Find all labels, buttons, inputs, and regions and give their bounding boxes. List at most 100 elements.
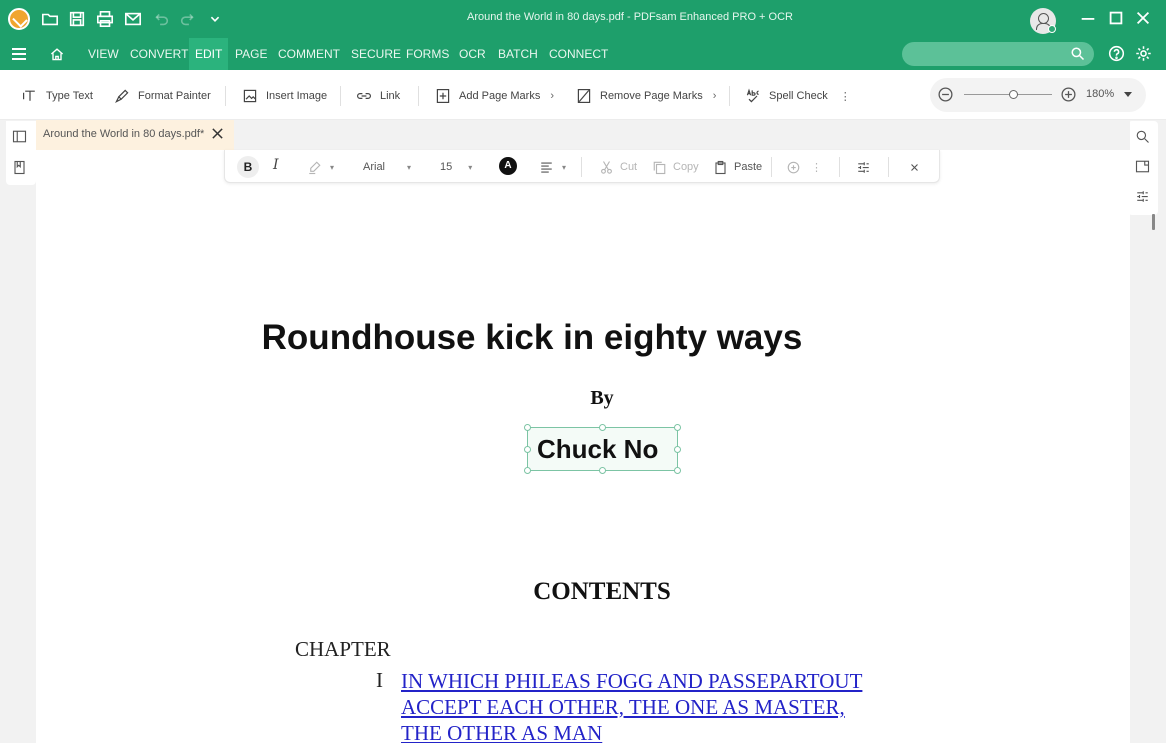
vertical-scrollbar[interactable]	[1152, 214, 1155, 230]
zoom-slider-handle[interactable]	[1009, 90, 1018, 99]
hamburger-menu-icon[interactable]	[12, 48, 26, 60]
add-circle-icon	[786, 160, 801, 175]
settings-gear-icon[interactable]	[1135, 45, 1153, 63]
help-icon[interactable]	[1108, 45, 1126, 63]
format-painter-label: Format Painter	[138, 90, 211, 102]
type-text-icon	[22, 88, 38, 104]
menu-batch[interactable]: BATCH	[492, 38, 544, 70]
font-family-select[interactable]: Arial ▾	[363, 158, 411, 176]
text-format-toolbar: B I ▾ Arial ▾ 15 ▾ A ▾ Cut Copy Paste ⋮	[224, 150, 940, 183]
zoom-dropdown-icon[interactable]	[1124, 92, 1132, 97]
bookmark-icon[interactable]	[12, 160, 30, 178]
zoom-slider[interactable]	[964, 94, 1052, 95]
bold-button[interactable]: B	[237, 156, 259, 178]
menu-connect[interactable]: CONNECT	[543, 38, 614, 70]
resize-handle[interactable]	[674, 424, 681, 431]
align-button[interactable]: ▾	[539, 158, 566, 176]
toolbar-divider	[888, 157, 889, 177]
menu-view[interactable]: VIEW	[82, 38, 125, 70]
resize-handle[interactable]	[524, 467, 531, 474]
author-name[interactable]: Chuck No	[537, 434, 658, 465]
copy-button[interactable]: Copy	[652, 158, 699, 176]
spell-check-button[interactable]: Spell Check ⋮	[745, 87, 851, 105]
paste-label: Paste	[734, 161, 762, 173]
menu-page[interactable]: PAGE	[229, 38, 273, 70]
resize-handle[interactable]	[674, 446, 681, 453]
panel-toggle-icon[interactable]	[12, 129, 30, 147]
link-button[interactable]: Link	[356, 87, 400, 105]
insert-field-button[interactable]: ⋮	[786, 158, 822, 176]
italic-button[interactable]: I	[273, 157, 279, 173]
user-avatar[interactable]	[1030, 8, 1056, 34]
chapter-link-line[interactable]: ACCEPT EACH OTHER, THE ONE AS MASTER,	[401, 694, 921, 720]
menu-convert[interactable]: CONVERT	[124, 38, 194, 70]
chevron-right-icon[interactable]: ›	[550, 90, 554, 102]
clipboard-icon	[713, 160, 728, 175]
align-left-icon	[539, 160, 554, 175]
chapter-link-line[interactable]: IN WHICH PHILEAS FOGG AND PASSEPARTOUT	[401, 668, 921, 694]
resize-handle[interactable]	[674, 467, 681, 474]
chapter-number[interactable]: I	[376, 668, 383, 693]
zoom-in-icon[interactable]	[1060, 86, 1078, 104]
minimize-icon[interactable]	[1079, 9, 1099, 29]
chevron-down-icon: ▾	[407, 163, 411, 172]
adjustments-icon[interactable]	[1135, 189, 1153, 207]
search-input[interactable]	[914, 45, 1064, 63]
more-options-icon[interactable]: ⋮	[811, 161, 822, 174]
resize-handle[interactable]	[599, 424, 606, 431]
menu-secure[interactable]: SECURE	[345, 38, 407, 70]
document-tab[interactable]: Around the World in 80 days.pdf*	[36, 120, 234, 150]
menu-edit[interactable]: EDIT	[189, 38, 228, 70]
search-icon[interactable]	[1135, 129, 1153, 147]
selected-text-box[interactable]: Chuck No	[527, 427, 678, 471]
font-size-select[interactable]: 15 ▾	[440, 158, 472, 176]
type-text-button[interactable]: Type Text	[22, 87, 93, 105]
document-title[interactable]: Roundhouse kick in eighty ways	[0, 318, 1064, 358]
more-options-icon[interactable]: ⋮	[840, 90, 851, 103]
insert-image-button[interactable]: Insert Image	[242, 87, 327, 105]
cut-button[interactable]: Cut	[599, 158, 637, 176]
remove-page-marks-icon	[576, 88, 592, 104]
toolbar-divider	[581, 157, 582, 177]
format-painter-button[interactable]: Format Painter	[114, 87, 211, 105]
close-toolbar-button[interactable]	[907, 158, 922, 176]
search-icon[interactable]	[1070, 46, 1086, 62]
chevron-down-icon: ▾	[468, 163, 472, 172]
ribbon-divider	[729, 86, 730, 106]
close-icon[interactable]	[1134, 9, 1154, 29]
type-text-label: Type Text	[46, 90, 93, 102]
chevron-right-icon[interactable]: ›	[713, 90, 717, 102]
maximize-icon[interactable]	[1107, 9, 1127, 29]
toolbar-divider	[771, 157, 772, 177]
ribbon-divider	[225, 86, 226, 106]
chapter-link[interactable]: IN WHICH PHILEAS FOGG AND PASSEPARTOUT A…	[401, 668, 921, 743]
add-page-marks-button[interactable]: Add Page Marks ›	[435, 87, 554, 105]
image-icon	[242, 88, 258, 104]
text-color-button[interactable]: A	[499, 157, 517, 175]
remove-page-marks-button[interactable]: Remove Page Marks ›	[576, 87, 716, 105]
menu-forms[interactable]: FORMS	[400, 38, 455, 70]
search-box	[902, 42, 1094, 66]
menu-ocr[interactable]: OCR	[453, 38, 492, 70]
font-size-value: 15	[440, 161, 452, 173]
properties-panel-icon[interactable]	[1135, 159, 1153, 177]
chapter-label[interactable]: CHAPTER	[295, 637, 391, 662]
link-icon	[356, 88, 372, 104]
resize-handle[interactable]	[524, 424, 531, 431]
copy-icon	[652, 160, 667, 175]
zoom-out-icon[interactable]	[937, 86, 955, 104]
contents-heading[interactable]: CONTENTS	[0, 578, 1166, 606]
home-icon[interactable]	[49, 46, 67, 64]
document-byline[interactable]: By	[0, 387, 1166, 410]
chevron-down-icon: ▾	[330, 163, 334, 172]
paste-button[interactable]: Paste	[713, 158, 762, 176]
scissors-icon	[599, 160, 614, 175]
text-settings-button[interactable]	[856, 158, 871, 176]
resize-handle[interactable]	[599, 467, 606, 474]
highlight-button[interactable]: ▾	[307, 158, 334, 176]
chevron-down-icon: ▾	[562, 163, 566, 172]
resize-handle[interactable]	[524, 446, 531, 453]
chapter-link-line[interactable]: THE OTHER AS MAN	[401, 720, 921, 743]
menu-comment[interactable]: COMMENT	[272, 38, 346, 70]
close-tab-icon[interactable]	[211, 127, 225, 141]
